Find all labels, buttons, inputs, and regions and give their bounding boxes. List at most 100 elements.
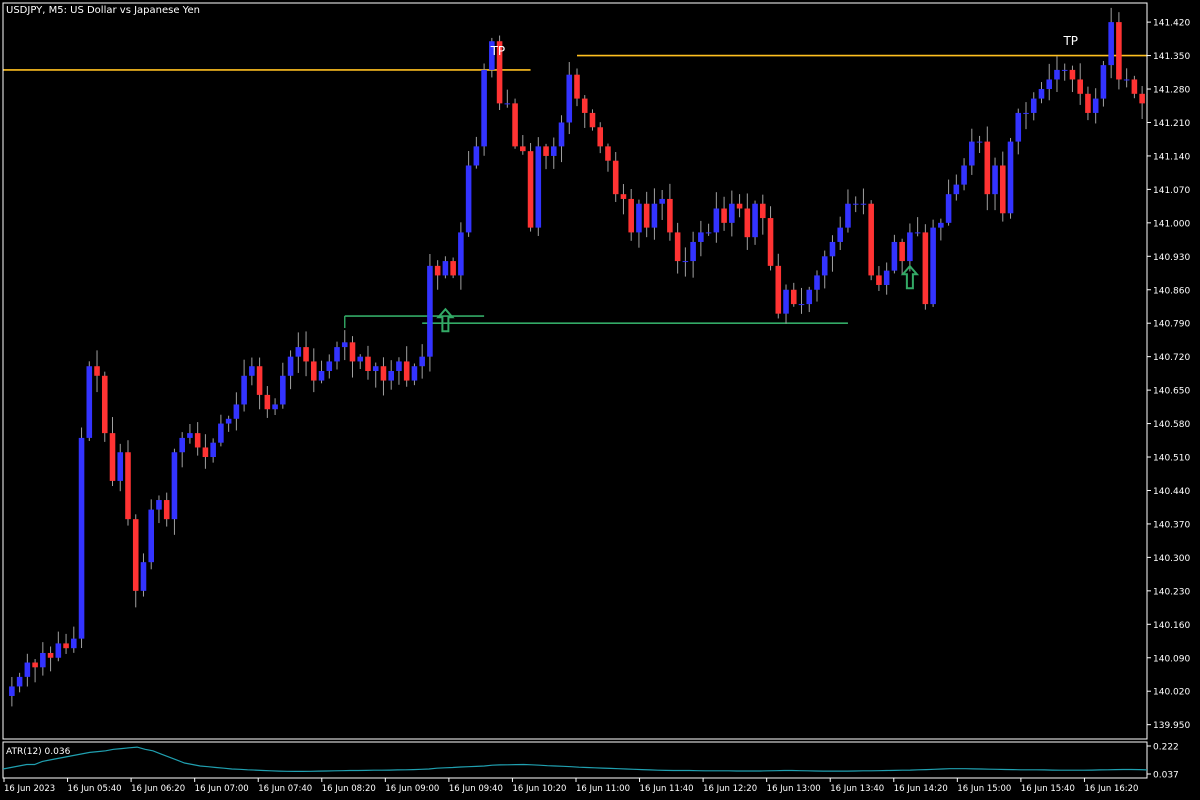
- candle-body: [721, 208, 727, 223]
- candle-bull: [71, 626, 77, 653]
- candle-bull: [86, 361, 93, 442]
- candle-bear: [380, 357, 387, 396]
- candle-body: [47, 652, 54, 658]
- candle-body: [187, 433, 193, 438]
- candle-bull: [442, 256, 449, 279]
- candle-body: [504, 103, 511, 105]
- candle-body: [550, 146, 557, 156]
- candle-bull: [829, 235, 836, 272]
- candle-body: [171, 452, 178, 520]
- candle-body: [767, 218, 774, 266]
- time-tick-label: 16 Jun 13:00: [767, 784, 821, 794]
- candle-bear: [163, 492, 170, 527]
- candle-body: [752, 203, 758, 238]
- candle-bull: [1038, 82, 1045, 104]
- candle-bull: [1108, 7, 1114, 79]
- candle-body: [272, 404, 278, 410]
- candle-body: [458, 232, 464, 276]
- time-tick-label: 16 Jun 05:40: [68, 784, 122, 794]
- candle-bear: [984, 126, 991, 211]
- candle-body: [303, 347, 309, 362]
- candle-body: [589, 112, 596, 128]
- candle-body: [1085, 93, 1091, 113]
- candle-body: [829, 241, 836, 257]
- candle-body: [1061, 69, 1068, 71]
- candle-body: [125, 452, 131, 520]
- candle-body: [852, 203, 859, 205]
- candle-bull: [280, 362, 286, 409]
- candle-bear: [597, 122, 604, 154]
- candle-body: [311, 361, 317, 381]
- candle-body: [32, 662, 38, 668]
- time-tick-label: 16 Jun 15:40: [1021, 784, 1075, 794]
- annotations: TP TP: [490, 34, 1078, 58]
- candle-body: [388, 371, 394, 381]
- candle-body: [218, 423, 224, 443]
- candle-bull: [233, 392, 240, 431]
- candle-body: [109, 433, 116, 481]
- candle-bear: [736, 194, 743, 218]
- candle-body: [860, 203, 867, 205]
- price-tick-label: 140.510: [1153, 454, 1190, 464]
- candle-bear: [721, 196, 727, 231]
- price-axis[interactable]: 141.420 141.350 141.280 141.210 141.140 141.0…: [1147, 19, 1190, 732]
- candle-bear: [520, 135, 526, 155]
- candle-body: [1116, 22, 1122, 80]
- time-axis[interactable]: 16 Jun 2023 16 Jun 05:40 16 Jun 06:20 16 Ju…: [3, 778, 1138, 794]
- candle-bull: [821, 250, 828, 289]
- candle-body: [837, 227, 843, 242]
- candle-bull: [558, 115, 565, 163]
- candle-body: [597, 127, 604, 147]
- candle-body: [790, 289, 797, 305]
- candle-bear: [868, 200, 874, 281]
- candle-body: [636, 203, 642, 233]
- candle-body: [427, 265, 433, 357]
- candle-bull: [117, 443, 124, 492]
- candle-bull: [411, 363, 418, 386]
- candle-bear: [512, 98, 518, 149]
- candle-bear: [628, 188, 634, 241]
- candle-body: [798, 304, 805, 306]
- time-tick-label: 16 Jun 10:20: [512, 784, 566, 794]
- candle-bull: [783, 284, 789, 324]
- candle-bull: [945, 179, 952, 226]
- candle-body: [1092, 98, 1099, 113]
- candlestick-chart[interactable]: TPTP 0.2220.037 141.420141.350141.280141…: [0, 0, 1200, 800]
- candle-bull: [938, 218, 944, 241]
- candle-bear: [132, 514, 139, 608]
- candle-body: [241, 375, 247, 405]
- candle-bull: [845, 189, 851, 233]
- candle-body: [535, 146, 542, 228]
- candle-bull: [1092, 88, 1099, 124]
- price-tick-label: 140.930: [1153, 253, 1190, 263]
- candle-bear: [667, 183, 673, 241]
- candle-body: [543, 146, 549, 156]
- candle-bear: [125, 440, 131, 526]
- candle-body: [845, 203, 851, 228]
- candle-bull: [814, 270, 820, 302]
- candle-body: [992, 165, 998, 195]
- candle-body: [651, 203, 658, 228]
- candle-body: [558, 122, 565, 147]
- candle-body: [16, 676, 23, 687]
- candle-bull: [341, 330, 348, 361]
- candle-body: [396, 361, 402, 371]
- candle-body: [403, 361, 410, 381]
- candle-bear: [527, 142, 534, 232]
- candle-bull: [16, 672, 23, 693]
- candle-body: [71, 638, 77, 649]
- candle-bull: [419, 344, 425, 379]
- candle-bear: [450, 257, 456, 279]
- atr-label: ATR(12) 0.036: [6, 747, 71, 757]
- candle-bull: [713, 192, 720, 243]
- candle-bear: [1085, 86, 1091, 121]
- price-tick-label: 141.070: [1153, 186, 1190, 196]
- candle-bull: [550, 137, 557, 169]
- atr-tick-label: 0.222: [1153, 743, 1179, 753]
- candle-bull: [1054, 56, 1060, 93]
- candle-bull: [40, 642, 46, 676]
- candle-body: [945, 194, 952, 223]
- candle-bull: [218, 414, 224, 447]
- time-tick-label: 16 Jun 06:20: [131, 784, 185, 794]
- candle-bull: [930, 219, 936, 307]
